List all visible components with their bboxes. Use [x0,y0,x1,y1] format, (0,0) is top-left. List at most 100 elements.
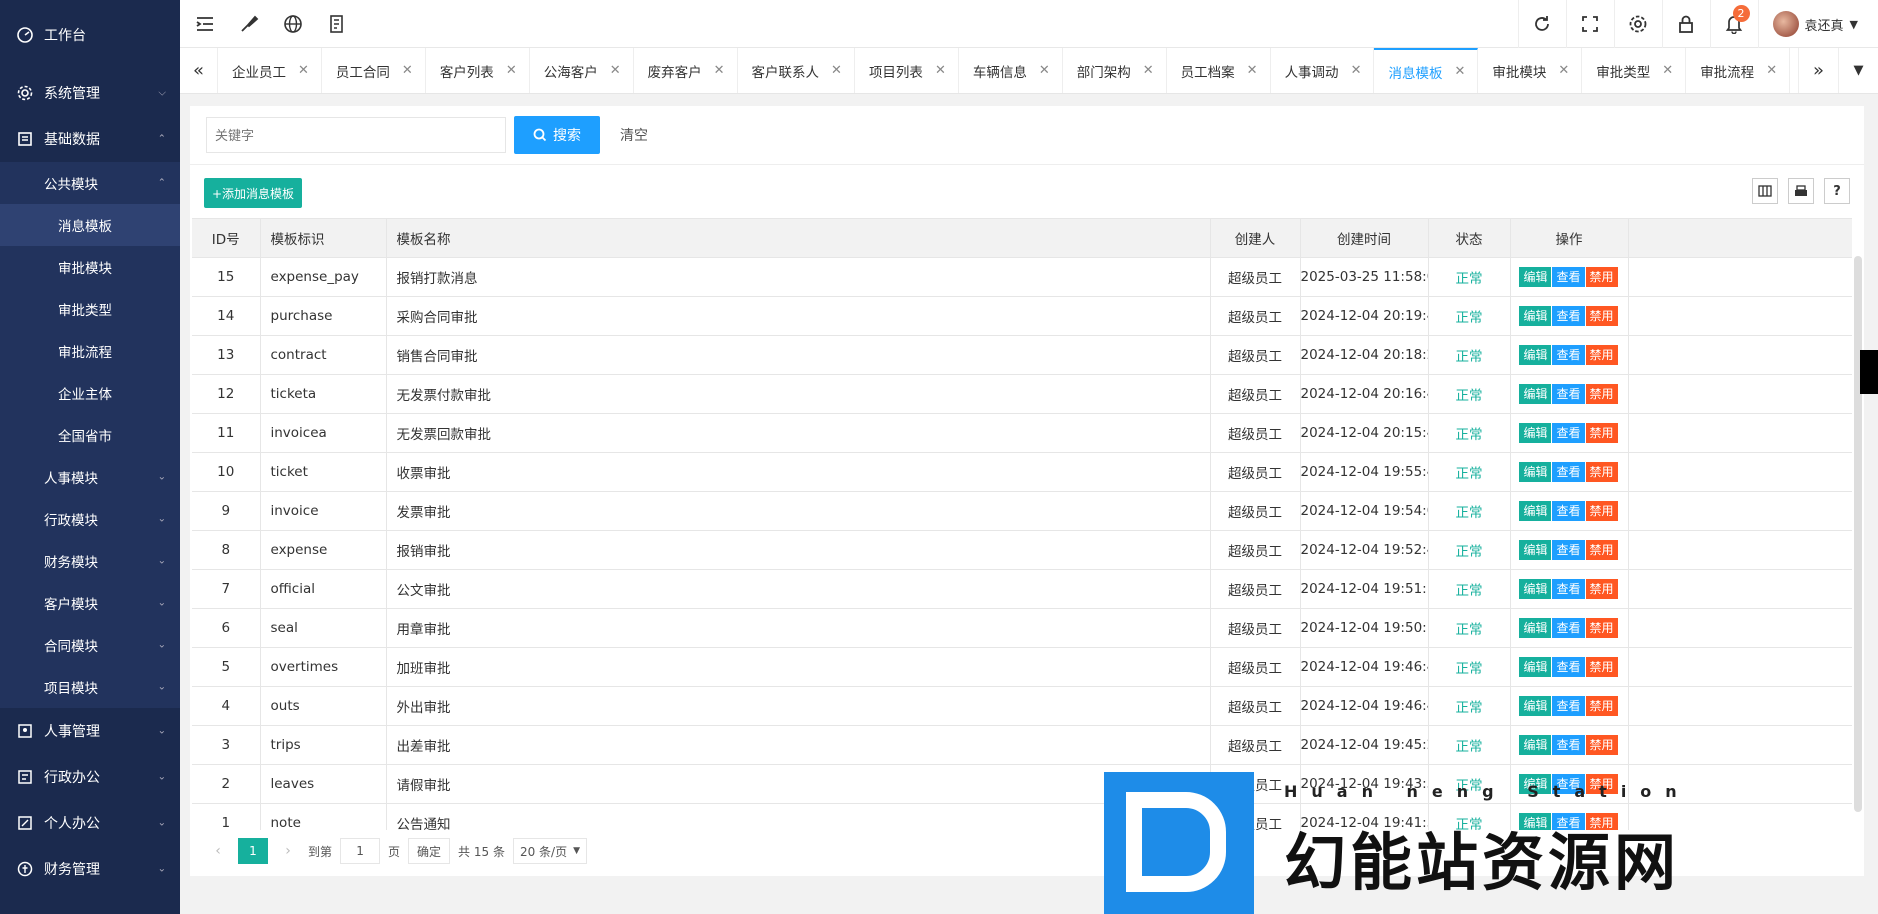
view-button[interactable]: 查看 [1552,617,1585,638]
sidebar-item-admin-module[interactable]: 行政模块 ⌄ [0,498,180,540]
table-row[interactable]: 9invoice发票审批超级员工2024-12-04 19:54:05正常编辑查… [192,491,1852,531]
print-icon[interactable] [1788,178,1814,204]
sidebar-item-message-template[interactable]: 消息模板 [0,204,180,246]
view-button[interactable]: 查看 [1552,344,1585,365]
sidebar-item-approval-type[interactable]: 审批类型 [0,288,180,330]
tab-approval-flows[interactable]: 审批流程 ✕ [1686,48,1791,93]
tab-customers[interactable]: 客户列表 ✕ [426,48,530,93]
tab-contracts[interactable]: 员工合同 ✕ [322,48,426,93]
table-row[interactable]: 10ticket收票审批超级员工2024-12-04 19:55:41正常编辑查… [192,452,1852,492]
disable-button[interactable]: 禁用 [1585,734,1618,755]
user-menu[interactable]: 袁还真 ▼ [1757,0,1878,48]
keyword-input[interactable] [206,117,506,153]
goto-page-input[interactable]: 1 [340,838,381,864]
close-icon[interactable]: ✕ [1143,63,1154,78]
table-row[interactable]: 12ticketa无发票付款审批超级员工2024-12-04 20:16:47正… [192,374,1852,414]
tab-departments[interactable]: 部门架构 ✕ [1063,48,1167,93]
close-icon[interactable]: ✕ [831,63,842,78]
view-button[interactable]: 查看 [1552,695,1585,716]
tabs-scroll-right-icon[interactable]: » [1798,48,1838,93]
settings-icon[interactable] [1613,0,1662,48]
sidebar-item-finance[interactable]: 财务管理 ⌄ [0,846,180,892]
edit-button[interactable]: 编辑 [1519,539,1552,560]
edit-button[interactable]: 编辑 [1519,617,1552,638]
edit-button[interactable]: 编辑 [1519,422,1552,443]
view-button[interactable]: 查看 [1552,539,1585,560]
edit-button[interactable]: 编辑 [1519,344,1552,365]
view-button[interactable]: 查看 [1552,500,1585,521]
close-icon[interactable]: ✕ [1766,63,1777,78]
table-row[interactable]: 4outs外出审批超级员工2024-12-04 19:46:41正常编辑查看禁用 [192,686,1852,726]
close-icon[interactable]: ✕ [402,63,413,78]
sidebar-item-system[interactable]: 系统管理 ⌵ [0,70,180,116]
disable-button[interactable]: 禁用 [1585,695,1618,716]
header-id[interactable]: ID号 [192,219,261,258]
current-page[interactable]: 1 [238,838,268,864]
view-button[interactable]: 查看 [1552,656,1585,677]
view-button[interactable]: 查看 [1552,461,1585,482]
tab-vehicles[interactable]: 车辆信息 ✕ [959,48,1063,93]
header-status[interactable]: 状态 [1428,219,1511,258]
sidebar-item-enterprise[interactable]: 企业主体 [0,372,180,414]
close-icon[interactable]: ✕ [935,63,946,78]
table-row[interactable]: 11invoicea无发票回款审批超级员工2024-12-04 20:15:49… [192,413,1852,453]
sidebar-item-public-module[interactable]: 公共模块 ⌃ [0,162,180,204]
disable-button[interactable]: 禁用 [1585,539,1618,560]
close-icon[interactable]: ✕ [1558,63,1569,78]
table-row[interactable]: 6seal用章审批超级员工2024-12-04 19:50:18正常编辑查看禁用 [192,608,1852,648]
sidebar-item-project-module[interactable]: 项目模块 ⌄ [0,666,180,708]
tab-projects[interactable]: 项目列表 ✕ [855,48,959,93]
disable-button[interactable]: 禁用 [1585,578,1618,599]
tab-approval-types[interactable]: 审批类型 ✕ [1582,48,1687,93]
globe-icon[interactable] [282,13,304,35]
disable-button[interactable]: 禁用 [1585,656,1618,677]
disable-button[interactable]: 禁用 [1585,266,1618,287]
tab-staff-records[interactable]: 员工档案 ✕ [1167,48,1271,93]
refresh-icon[interactable] [1517,0,1566,48]
table-row[interactable]: 5overtimes加班审批超级员工2024-12-04 19:46:41正常编… [192,647,1852,687]
edit-button[interactable]: 编辑 [1519,656,1552,677]
sidebar-item-provinces[interactable]: 全国省市 [0,414,180,456]
page-size-select[interactable]: 20 条/页 ▼ [512,838,588,864]
table-row[interactable]: 7official公文审批超级员工2024-12-04 19:51:18正常编辑… [192,569,1852,609]
close-icon[interactable]: ✕ [506,63,517,78]
table-row[interactable]: 15 expense_pay 报销打款消息 超级员工 2025-03-25 11:58:… [192,257,1852,297]
menu-toggle-icon[interactable] [194,13,216,35]
edit-button[interactable]: 编辑 [1519,266,1552,287]
tabs-scroll-left-icon[interactable]: « [180,48,218,93]
edit-button[interactable]: 编辑 [1519,461,1552,482]
brush-icon[interactable] [238,13,260,35]
tabs-menu-chevron-icon[interactable]: ▼ [1838,48,1878,93]
close-icon[interactable]: ✕ [1351,63,1362,78]
close-icon[interactable]: ✕ [1039,63,1050,78]
disable-button[interactable]: 禁用 [1585,383,1618,404]
view-button[interactable]: 查看 [1552,383,1585,404]
tab-transfers[interactable]: 人事调动 ✕ [1271,48,1375,93]
bell-icon[interactable]: 2 [1709,0,1758,48]
table-row[interactable]: 8expense报销审批超级员工2024-12-04 19:52:49正常编辑查… [192,530,1852,570]
sidebar-item-office[interactable]: 行政办公 ⌄ [0,754,180,800]
sidebar-item-customer-module[interactable]: 客户模块 ⌄ [0,582,180,624]
disable-button[interactable]: 禁用 [1585,344,1618,365]
sidebar-item-basic-data[interactable]: 基础数据 ⌃ [0,116,180,162]
tab-public-customers[interactable]: 公海客户 ✕ [530,48,634,93]
goto-confirm-button[interactable]: 确定 [408,838,451,864]
sidebar-item-workbench[interactable]: 工作台 [0,0,180,70]
edit-button[interactable]: 编辑 [1519,305,1552,326]
table-row[interactable]: 14purchase采购合同审批超级员工2024-12-04 20:19:49正… [192,296,1852,336]
fullscreen-icon[interactable] [1565,0,1614,48]
table-row[interactable]: 13contract销售合同审批超级员工2024-12-04 20:18:21正… [192,335,1852,375]
tab-customer-contacts[interactable]: 客户联系人 ✕ [738,48,855,93]
close-icon[interactable]: ✕ [1662,63,1673,78]
tab-message-templates[interactable]: 消息模板 ✕ [1374,48,1479,93]
header-name[interactable]: 模板名称 [386,219,1211,258]
sidebar-item-hr-management[interactable]: 人事管理 ⌄ [0,708,180,754]
header-identifier[interactable]: 模板标识 [260,219,387,258]
tab-employees[interactable]: 企业员工 ✕ [218,48,322,93]
disable-button[interactable]: 禁用 [1585,305,1618,326]
table-row[interactable]: 3trips出差审批超级员工2024-12-04 19:45:25正常编辑查看禁… [192,725,1852,765]
disable-button[interactable]: 禁用 [1585,461,1618,482]
side-scroll-handle[interactable] [1860,350,1878,394]
tab-approval-modules[interactable]: 审批模块 ✕ [1478,48,1583,93]
close-icon[interactable]: ✕ [298,63,309,78]
